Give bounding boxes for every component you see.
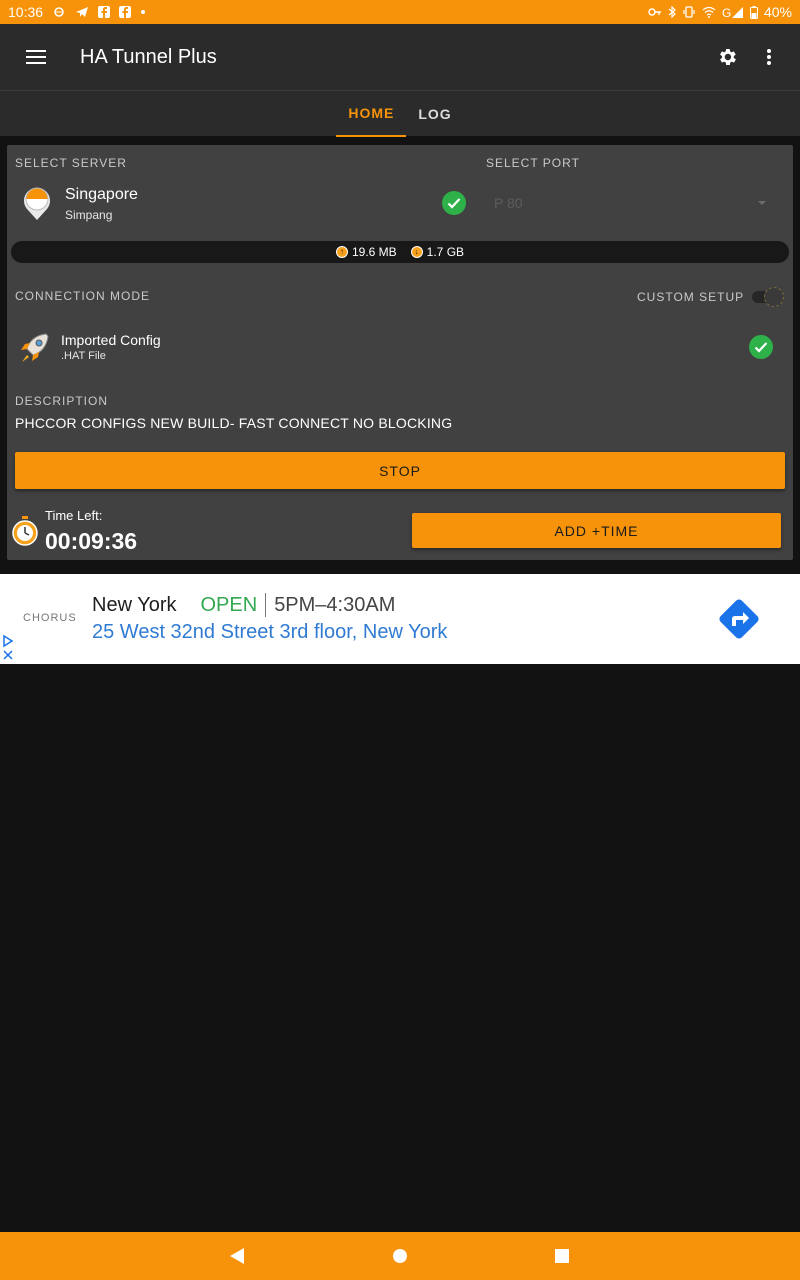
upload-value: 19.6 MB: [351, 245, 397, 259]
ad-logo: CHORUS: [23, 612, 77, 624]
connection-mode-label: CONNECTION MODE: [15, 289, 150, 303]
stop-button[interactable]: STOP: [15, 452, 785, 489]
add-time-button[interactable]: ADD +TIME: [412, 513, 781, 548]
recents-button[interactable]: [532, 1232, 592, 1280]
time-left-label: Time Left:: [45, 508, 103, 523]
ad-business-info: New York OPEN 5PM–4:30AM: [92, 593, 395, 617]
select-port-label: SELECT PORT: [486, 156, 580, 170]
ad-divider: [265, 593, 267, 617]
directions-icon[interactable]: [715, 595, 763, 643]
server-subtitle: Simpang: [65, 208, 113, 222]
back-triangle-icon: [230, 1248, 244, 1264]
svg-text:G: G: [722, 6, 731, 18]
download-value: 1.7 GB: [426, 245, 465, 259]
config-check-icon: [749, 335, 773, 359]
ad-choices-icon[interactable]: [2, 634, 14, 662]
server-check-icon: [442, 191, 466, 215]
menu-button[interactable]: [0, 24, 72, 90]
home-circle-icon: [393, 1249, 407, 1263]
time-left-value: 00:09:36: [45, 528, 138, 554]
description-text: PHCCOR CONFIGS NEW BUILD- FAST CONNECT N…: [15, 415, 453, 431]
tab-home[interactable]: HOME: [336, 91, 407, 137]
wifi-icon: [702, 6, 716, 18]
settings-button[interactable]: [706, 24, 748, 90]
singapore-flag-pin-icon[interactable]: [21, 185, 53, 221]
notification-dot-icon: [141, 10, 146, 14]
recents-square-icon: [555, 1249, 569, 1263]
app-title: HA Tunnel Plus: [80, 45, 217, 68]
config-type: .HAT File: [61, 350, 106, 362]
download-icon: ↓: [410, 246, 423, 258]
overflow-menu-button[interactable]: [748, 24, 790, 90]
telegram-icon: [76, 7, 89, 17]
ad-open-status: OPEN: [200, 593, 258, 616]
status-bar: 10:36 G 40%: [0, 0, 800, 24]
key-icon: [648, 8, 661, 16]
ad-hours: 5PM–4:30AM: [274, 593, 396, 616]
upload-icon: ↑: [335, 246, 348, 258]
ad-banner[interactable]: [0, 574, 800, 664]
custom-setup-label: CUSTOM SETUP: [637, 290, 745, 304]
server-name[interactable]: Singapore: [65, 186, 138, 204]
vpn-key-icon: [54, 7, 64, 17]
port-value: P 80: [494, 195, 523, 211]
port-dropdown[interactable]: P 80: [494, 191, 774, 215]
more-vert-icon: [767, 49, 771, 65]
battery-percent: 40%: [763, 4, 792, 20]
data-usage-bar: ↑ 19.6 MB ↓ 1.7 GB: [11, 241, 789, 263]
dropdown-arrow-icon: [758, 201, 766, 205]
app-bar: HA Tunnel Plus: [0, 24, 800, 90]
config-name[interactable]: Imported Config: [61, 332, 161, 348]
hamburger-icon: [26, 50, 46, 64]
gear-icon: [720, 49, 736, 65]
tab-bar: HOME LOG: [0, 90, 800, 137]
battery-icon: [749, 5, 758, 19]
select-server-label: SELECT SERVER: [15, 156, 127, 170]
vibrate-icon: [683, 6, 695, 18]
signal-icon: G: [722, 6, 743, 18]
home-button[interactable]: [370, 1232, 430, 1280]
custom-setup-toggle[interactable]: [752, 287, 784, 307]
facebook-icon-2: [119, 6, 132, 18]
back-button[interactable]: [207, 1232, 267, 1280]
bluetooth-icon: [668, 6, 676, 18]
system-nav-bar: [0, 1232, 800, 1280]
stopwatch-icon: [12, 516, 38, 546]
description-label: DESCRIPTION: [15, 394, 109, 408]
ad-address-link[interactable]: 25 West 32nd Street 3rd floor, New York: [92, 621, 447, 644]
status-time: 10:36: [8, 4, 44, 20]
rocket-icon[interactable]: [16, 330, 52, 366]
ad-city: New York: [92, 593, 177, 616]
tab-log[interactable]: LOG: [406, 91, 463, 137]
facebook-icon: [98, 6, 111, 18]
